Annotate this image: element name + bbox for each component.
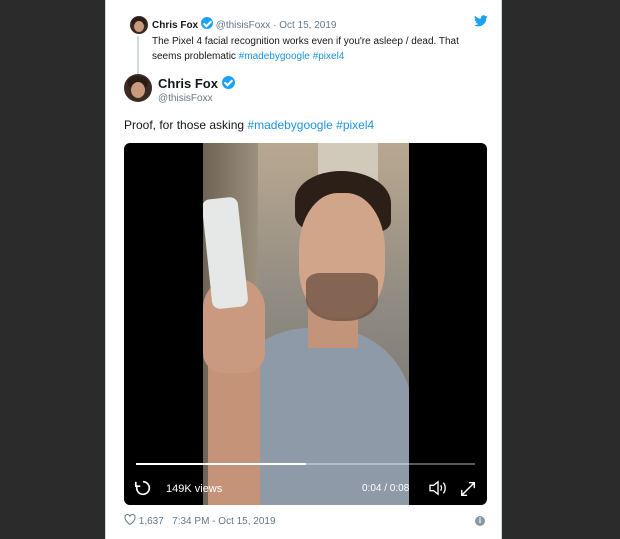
author-avatar[interactable] bbox=[124, 74, 152, 102]
video-player[interactable]: 149K views 0:04 / 0:08 bbox=[124, 143, 487, 505]
quoted-author-handle[interactable]: @thisisFoxx bbox=[216, 20, 271, 31]
view-count: 149K views bbox=[166, 483, 223, 495]
replay-icon[interactable] bbox=[134, 479, 152, 497]
video-time: 0:04 / 0:08 bbox=[362, 483, 410, 494]
hashtag-link[interactable]: #pixel4 bbox=[313, 51, 345, 62]
verified-badge-icon bbox=[221, 76, 235, 89]
verified-badge-icon bbox=[200, 17, 213, 29]
volume-icon[interactable] bbox=[428, 480, 448, 496]
tweet-body: Proof, for those asking bbox=[124, 118, 245, 132]
fullscreen-icon[interactable] bbox=[459, 480, 477, 498]
video-progress-bar[interactable] bbox=[136, 463, 475, 465]
author-handle[interactable]: @thisisFoxx bbox=[158, 93, 213, 104]
quoted-tweet-text: The Pixel 4 facial recognition works eve… bbox=[152, 34, 472, 64]
author-name[interactable]: Chris Fox bbox=[158, 76, 218, 91]
quoted-author-name[interactable]: Chris Fox bbox=[152, 20, 198, 31]
heart-icon[interactable] bbox=[124, 514, 136, 526]
quoted-tweet-header: Chris Fox @thisisFoxx · Oct 15, 2019 bbox=[152, 17, 336, 31]
twitter-bird-icon[interactable] bbox=[474, 15, 488, 27]
tweet-timestamp[interactable]: 7:34 PM - Oct 15, 2019 bbox=[172, 516, 275, 527]
hashtag-link[interactable]: #madebygoogle bbox=[247, 118, 332, 132]
like-count[interactable]: 1,637 bbox=[139, 516, 164, 527]
tweet-card: Chris Fox @thisisFoxx · Oct 15, 2019 The… bbox=[105, 0, 502, 539]
quoted-tweet-date[interactable]: Oct 15, 2019 bbox=[279, 20, 336, 31]
header-separator: · bbox=[273, 20, 277, 31]
tweet-footer: 1,637 7:34 PM - Oct 15, 2019 bbox=[124, 514, 276, 527]
video-progress-fill bbox=[136, 463, 306, 465]
hashtag-link[interactable]: #pixel4 bbox=[336, 118, 374, 132]
hashtag-link[interactable]: #madebygoogle bbox=[239, 51, 310, 62]
author-name-row: Chris Fox bbox=[158, 76, 235, 91]
thread-connector-line bbox=[137, 36, 139, 76]
video-frame bbox=[203, 143, 409, 505]
info-icon[interactable]: i bbox=[475, 516, 485, 526]
quoted-author-avatar[interactable] bbox=[130, 16, 148, 34]
tweet-text: Proof, for those asking #madebygoogle #p… bbox=[124, 118, 374, 132]
